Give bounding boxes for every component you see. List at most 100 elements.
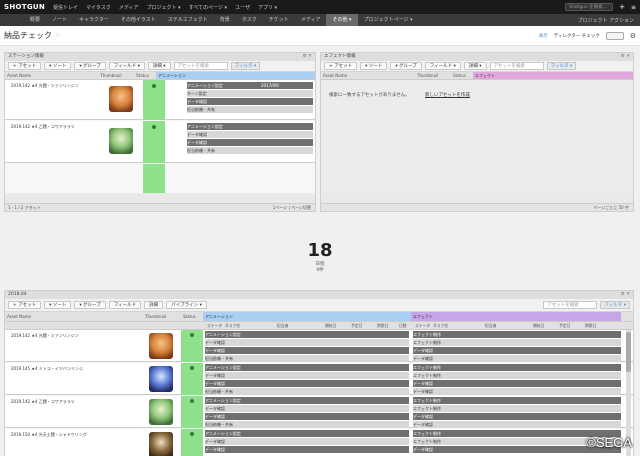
task-cell[interactable]: 担当依頼・共有: [205, 388, 409, 395]
task-cell[interactable]: データ確認: [205, 413, 409, 420]
task-cell[interactable]: 担当依頼・共有: [187, 147, 313, 154]
character-thumbnail[interactable]: [149, 366, 173, 392]
task-cell[interactable]: データ確認: [205, 347, 409, 354]
task-cell[interactable]: アニメーション設定: [187, 82, 313, 89]
add-asset-button[interactable]: + アセット: [324, 62, 358, 70]
nav-inbox[interactable]: 受信トレイ: [53, 4, 78, 11]
app-logo[interactable]: SHOTGUN: [4, 3, 45, 11]
settings-icon[interactable]: ⚙: [630, 32, 636, 40]
task-cell[interactable]: 担当依頼・共有: [187, 106, 313, 113]
menu-icon[interactable]: ≡: [631, 4, 636, 11]
task-cell[interactable]: エフェクト制作: [413, 339, 621, 346]
nav-all-pages[interactable]: すべてのページ ▾: [189, 4, 227, 11]
page-switch[interactable]: 1ページ | ページ切替: [273, 204, 311, 212]
nav-users[interactable]: ユーザ: [235, 4, 250, 11]
col-asset-name[interactable]: Asset Name: [5, 72, 98, 79]
character-thumbnail[interactable]: [149, 432, 173, 456]
panel-close-icon[interactable]: ⚙ ✕: [303, 53, 315, 61]
view-link[interactable]: 表示: [539, 33, 548, 39]
asset-search-input[interactable]: アセットを検索: [489, 62, 544, 70]
add-asset-button[interactable]: + アセット: [8, 301, 42, 309]
task-cell[interactable]: アニメーション設定: [205, 430, 409, 437]
group-button[interactable]: ▾ グループ: [390, 62, 422, 70]
task-cell[interactable]: データ確認: [413, 388, 621, 395]
character-thumbnail[interactable]: [109, 128, 133, 154]
col-status[interactable]: Status: [181, 312, 203, 321]
project-actions-button[interactable]: プロジェクト アクション: [578, 17, 640, 24]
col-asset-name[interactable]: Asset Name: [321, 72, 415, 79]
task-cell[interactable]: エフェクト制作: [413, 405, 621, 412]
details-button[interactable]: 詳細 ▾: [147, 62, 171, 70]
tab-other[interactable]: その他 ▾: [326, 14, 358, 26]
add-asset-button[interactable]: + アセット: [8, 62, 42, 70]
col-status[interactable]: Status: [451, 72, 473, 79]
add-icon[interactable]: +: [619, 3, 625, 11]
table-row[interactable]: 2019.150 ★4 光天土闘・シャドウリング アニメーション設定 データ確認…: [5, 429, 633, 456]
filter-button[interactable]: フィルタ ▾: [546, 62, 577, 70]
task-cell[interactable]: データ確認: [205, 446, 409, 453]
task-cell[interactable]: データ確認: [413, 380, 621, 387]
task-cell[interactable]: データ確認: [187, 131, 313, 138]
asset-name[interactable]: 2019.150 ★4 光天土闘・シャドウリング: [11, 432, 87, 438]
sort-button[interactable]: ▾ ソート: [44, 301, 72, 309]
fields-button[interactable]: フィールド ▾: [424, 62, 461, 70]
task-cell[interactable]: アニメーション設定: [205, 331, 409, 338]
table-row[interactable]: 2019.142 ★4 乙闘・コワアララツ アニメーション設定 データ確認 デー…: [5, 121, 315, 163]
col-status[interactable]: Status: [134, 72, 156, 79]
tab-tasks[interactable]: タスク: [236, 14, 263, 26]
col-anim-due[interactable]: 予定日: [349, 322, 375, 329]
star-icon[interactable]: ☆: [55, 32, 60, 39]
col-asset-name[interactable]: Asset Name: [5, 312, 143, 321]
col-fx-assignee[interactable]: 担当者: [483, 322, 531, 329]
nav-apps[interactable]: アプリ ▾: [258, 4, 277, 11]
details-button[interactable]: 詳細 ▾: [463, 62, 487, 70]
tab-tickets[interactable]: チケット: [263, 14, 295, 26]
asset-name[interactable]: 2019.142 ★4 乙闘・コワアララツ: [11, 399, 75, 405]
col-fx-due[interactable]: 予定日: [557, 322, 583, 329]
col-fx-start[interactable]: 開始日: [531, 322, 557, 329]
col-thumbnail[interactable]: Thumbnail: [143, 312, 181, 321]
col-thumbnail[interactable]: Thumbnail: [415, 72, 451, 79]
table-row[interactable]: 2019.145 ★4 ミトコ・イツバンリンジ アニメーション設定 データ確認 …: [5, 363, 633, 395]
sort-button[interactable]: ▾ ソート: [360, 62, 388, 70]
director-check-link[interactable]: ディレクター チェック: [554, 33, 600, 39]
task-cell[interactable]: ターン設定: [187, 90, 313, 97]
asset-search-input[interactable]: アセットを検索: [543, 301, 598, 309]
tab-characters[interactable]: キャラクター: [73, 14, 115, 26]
table-row[interactable]: 2019.142 ★4 乙闘・コワアララツ アニメーション設定 データ確認 デー…: [5, 396, 633, 428]
nav-my-tasks[interactable]: マイタスク: [86, 4, 111, 11]
tab-overview[interactable]: 概要: [24, 14, 46, 26]
filter-button[interactable]: フィルタ ▾: [230, 62, 261, 70]
task-cell[interactable]: アニメーション設定: [205, 397, 409, 404]
create-asset-link[interactable]: 新しいアセットを作成: [425, 92, 470, 98]
col-anim-assignee[interactable]: 担当者: [275, 322, 323, 329]
table-row[interactable]: 2019.142 ★4 光闘・ツァンリンジン アニメーション設定 ターン設定 デ…: [5, 80, 315, 120]
task-cell[interactable]: エフェクト制作: [413, 397, 621, 404]
tab-other-illust[interactable]: その他イラスト: [115, 14, 162, 26]
col-anim-start[interactable]: 開始日: [323, 322, 349, 329]
task-cell[interactable]: データ確認: [205, 339, 409, 346]
task-cell[interactable]: データ確認: [205, 380, 409, 387]
group-button[interactable]: ▾ グループ: [74, 62, 106, 70]
fields-button[interactable]: フィールド ▾: [108, 62, 145, 70]
scrollbar-thumb[interactable]: [626, 332, 631, 372]
nav-project[interactable]: プロジェクト ▾: [147, 4, 181, 11]
tab-media[interactable]: メディア: [295, 14, 327, 26]
panel-close-icon[interactable]: ⚙ ✕: [621, 53, 633, 61]
col-fx-deadline[interactable]: 期限日: [583, 322, 605, 329]
task-cell[interactable]: データ確認: [413, 347, 621, 354]
panel-close-icon[interactable]: ⚙ ✕: [621, 291, 633, 299]
tab-effects[interactable]: ステルエフェクト: [162, 14, 214, 26]
task-cell[interactable]: エフェクト制作: [413, 372, 621, 379]
global-search-input[interactable]: Shotgun を検索...: [565, 3, 614, 11]
details-button[interactable]: 詳細: [144, 301, 164, 309]
task-cell[interactable]: エフェクト制作: [413, 364, 621, 371]
col-thumbnail[interactable]: Thumbnail: [98, 72, 134, 79]
task-cell[interactable]: 担当依頼・共有: [205, 421, 409, 428]
col-anim-task[interactable]: タスク名: [223, 322, 275, 329]
asset-name[interactable]: 2019.142 ★4 乙闘・コワアララツ: [11, 124, 75, 130]
task-cell[interactable]: データ確認: [187, 139, 313, 146]
tab-background[interactable]: 背景: [214, 14, 236, 26]
tab-project-pages[interactable]: プロジェクトページ ▾: [358, 14, 419, 26]
filter-button[interactable]: フィルタ ▾: [600, 301, 630, 309]
